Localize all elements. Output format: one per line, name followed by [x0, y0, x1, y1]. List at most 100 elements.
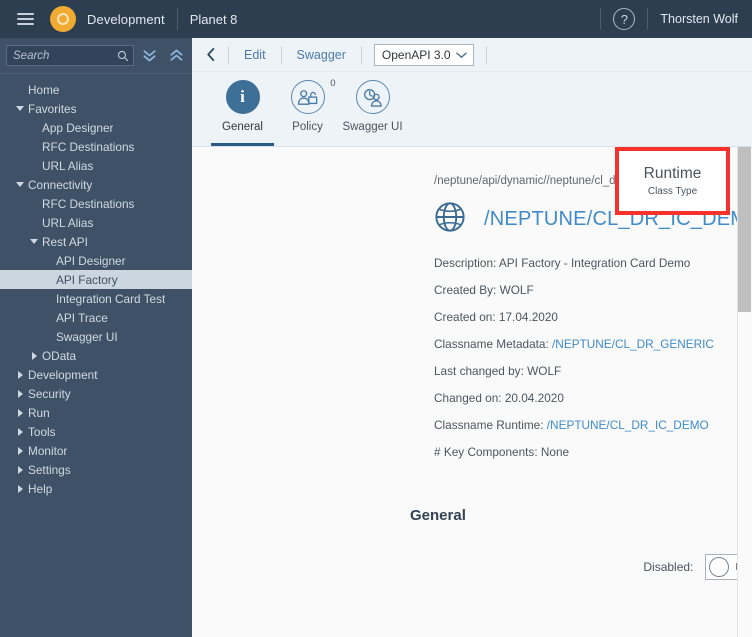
sidebar-item-label: Run: [28, 405, 50, 420]
globe-icon: [434, 201, 466, 238]
sidebar-item-label: OData: [42, 348, 77, 363]
search-box[interactable]: [6, 44, 134, 66]
application-window: Development Planet 8 ? Thorsten Wolf Sea…: [0, 0, 752, 637]
sidebar-item-label: Favorites: [28, 101, 77, 116]
sidebar-item-api-designer[interactable]: API Designer: [0, 251, 192, 270]
runtime-class-type-box: Runtime Class Type: [615, 147, 730, 215]
sidebar-item-api-factory[interactable]: API Factory: [0, 270, 192, 289]
header-divider: [176, 8, 178, 30]
sidebar-item-swagger-ui[interactable]: Swagger UI: [0, 327, 192, 346]
sidebar-item-development[interactable]: Development: [0, 365, 192, 384]
triangle-right-icon[interactable]: [14, 408, 26, 417]
sidebar-item-label: Help: [28, 481, 53, 496]
tab-active-underline: [211, 143, 274, 146]
expand-all-icon[interactable]: [164, 43, 188, 67]
sidebar-item-label: API Trace: [56, 310, 108, 325]
classname-metadata-label: Classname Metadata:: [434, 337, 553, 351]
created-on: Created on: 17.04.2020: [434, 310, 558, 324]
sidebar-item-run[interactable]: Run: [0, 403, 192, 422]
classname-runtime-label: Classname Runtime:: [434, 418, 547, 432]
user-menu[interactable]: Thorsten Wolf: [660, 12, 738, 26]
sidebar-item-settings[interactable]: Settings: [0, 460, 192, 479]
runtime-box-subtitle: Class Type: [647, 186, 698, 197]
sidebar-item-favorites[interactable]: Favorites: [0, 99, 192, 118]
sidebar-item-odata[interactable]: OData: [0, 346, 192, 365]
triangle-right-icon[interactable]: [14, 446, 26, 455]
header-title: Development: [87, 11, 165, 27]
triangle-right-icon[interactable]: [14, 465, 26, 474]
edit-button[interactable]: Edit: [231, 42, 279, 68]
help-icon[interactable]: ?: [613, 8, 636, 30]
sidebar-divider: [0, 73, 192, 74]
sidebar-item-app-designer[interactable]: App Designer: [0, 118, 192, 137]
sidebar-item-label: Tools: [28, 424, 56, 439]
sidebar-item-connectivity[interactable]: Connectivity: [0, 175, 192, 194]
tab-general[interactable]: i General: [210, 72, 275, 146]
user-clock-icon: [355, 80, 390, 114]
sidebar-item-label: Settings: [28, 462, 71, 477]
sidebar-item-label: Swagger UI: [56, 329, 118, 344]
content-scrollbar[interactable]: [737, 147, 752, 637]
sidebar-item-label: Home: [28, 82, 60, 97]
classname-runtime-link[interactable]: /NEPTUNE/CL_DR_IC_DEMO: [547, 418, 709, 432]
triangle-right-icon[interactable]: [14, 427, 26, 436]
sidebar-item-label: URL Alias: [42, 215, 94, 230]
classname-metadata-link[interactable]: /NEPTUNE/CL_DR_GENERIC: [552, 337, 714, 351]
tab-policy-label: Policy: [292, 121, 323, 133]
sidebar-item-url-alias[interactable]: URL Alias: [0, 156, 192, 175]
sidebar-item-label: Security: [28, 386, 71, 401]
toolbar-divider-3: [360, 45, 362, 64]
toolbar-divider-1: [228, 45, 229, 64]
sidebar-item-label: Connectivity: [28, 177, 93, 192]
sidebar-item-rest-api[interactable]: Rest API: [0, 232, 192, 251]
openapi-version-select[interactable]: OpenAPI 3.0: [373, 43, 474, 66]
sidebar-item-label: RFC Destinations: [42, 139, 135, 154]
header-divider-2: [600, 8, 602, 30]
toggle-knob: [709, 557, 730, 577]
triangle-down-icon[interactable]: [14, 106, 26, 111]
sidebar-item-rfc-destinations[interactable]: RFC Destinations: [0, 194, 192, 213]
main-panel: Edit Swagger OpenAPI 3.0 i General 0 Pol…: [192, 38, 752, 637]
sidebar-item-label: Rest API: [42, 234, 88, 249]
triangle-down-icon[interactable]: [14, 182, 26, 187]
triangle-right-icon[interactable]: [14, 484, 26, 493]
classname-runtime-row: Classname Runtime: /NEPTUNE/CL_DR_IC_DEM…: [434, 418, 752, 432]
key-components: # Key Components: None: [434, 445, 570, 459]
tab-policy[interactable]: 0 Policy: [275, 72, 340, 146]
hamburger-menu-icon[interactable]: [6, 0, 44, 38]
sidebar-item-home[interactable]: Home: [0, 80, 192, 99]
sidebar-item-integration-card-test[interactable]: Integration Card Test: [0, 289, 192, 308]
sidebar-item-label: Development: [28, 367, 98, 382]
back-chevron-left-icon[interactable]: [196, 42, 226, 68]
tab-general-label: General: [222, 121, 263, 133]
last-changed-by: Last changed by: WOLF: [434, 364, 562, 378]
sidebar-tree: Home Favorites App Designer RFC Destination…: [0, 78, 192, 637]
planet-logo-icon: [50, 6, 76, 32]
sidebar-item-security[interactable]: Security: [0, 384, 192, 403]
sidebar-search-row: [0, 38, 192, 72]
sidebar-item-url-alias[interactable]: URL Alias: [0, 213, 192, 232]
swagger-button[interactable]: Swagger: [284, 42, 359, 68]
sidebar-item-label: RFC Destinations: [42, 196, 135, 211]
search-icon: [117, 49, 129, 62]
sidebar-item-tools[interactable]: Tools: [0, 422, 192, 441]
tab-strip: i General 0 Policy Swagger UI: [192, 72, 752, 147]
triangle-right-icon[interactable]: [14, 370, 26, 379]
sidebar-item-rfc-destinations[interactable]: RFC Destinations: [0, 137, 192, 156]
search-input[interactable]: [7, 46, 133, 65]
general-section-heading: General: [410, 507, 466, 524]
triangle-down-icon[interactable]: [28, 239, 40, 244]
scrollbar-thumb[interactable]: [738, 147, 751, 312]
content-area: /neptune/api/dynamic//neptune/cl_dr_ic_d…: [192, 147, 752, 637]
tab-swagger-ui[interactable]: Swagger UI: [340, 72, 405, 146]
chevron-down-icon: [456, 46, 467, 64]
body-container: Home Favorites App Designer RFC Destination…: [0, 38, 752, 637]
sidebar-item-monitor[interactable]: Monitor: [0, 441, 192, 460]
sidebar-item-label: App Designer: [42, 120, 114, 135]
triangle-right-icon[interactable]: [14, 389, 26, 398]
sidebar-item-api-trace[interactable]: API Trace: [0, 308, 192, 327]
changed-on: Changed on: 20.04.2020: [434, 391, 564, 405]
triangle-right-icon[interactable]: [28, 351, 40, 360]
sidebar-item-help[interactable]: Help: [0, 479, 192, 498]
collapse-all-icon[interactable]: [137, 43, 161, 67]
